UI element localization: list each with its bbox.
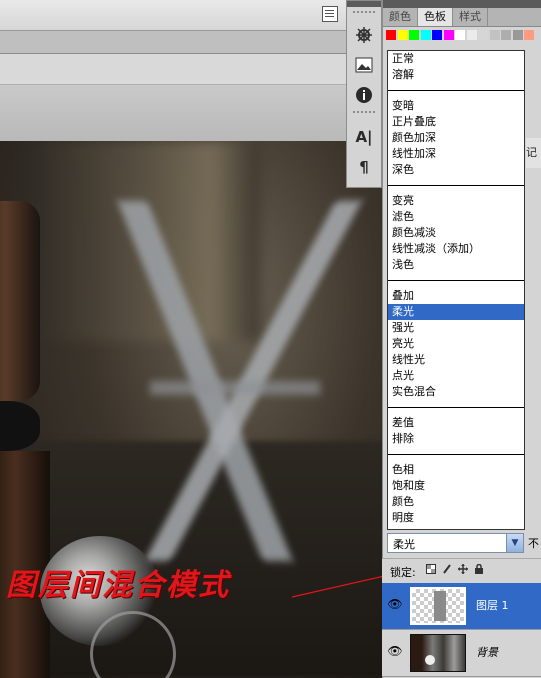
lock-all-icon[interactable]: [474, 563, 484, 574]
layer-row[interactable]: 👁 背景: [382, 630, 541, 677]
blend-option[interactable]: 颜色减淡: [388, 225, 524, 241]
image-tool-icon[interactable]: [352, 53, 376, 77]
layer-thumbnail: [410, 587, 466, 625]
blend-option[interactable]: 明度: [388, 510, 524, 526]
document-title-bar: [0, 0, 350, 31]
blend-option[interactable]: 饱和度: [388, 478, 524, 494]
layer-name: 背景: [476, 646, 498, 659]
blend-mode-row: 柔光 ▼ 不: [387, 533, 541, 553]
tool-separator: [353, 111, 375, 119]
swatch[interactable]: [524, 30, 534, 40]
panel-grip-dots: [353, 11, 375, 17]
blend-option[interactable]: 变亮: [388, 193, 524, 209]
swatch[interactable]: [443, 30, 454, 40]
panel-grip[interactable]: [347, 1, 381, 7]
tab-styles[interactable]: 样式: [453, 8, 488, 26]
swatch[interactable]: [386, 30, 396, 40]
blend-option[interactable]: 深色: [388, 162, 524, 178]
tab-color[interactable]: 颜色: [383, 8, 418, 26]
blend-option[interactable]: 正片叠底: [388, 114, 524, 130]
ruler-area: [0, 54, 350, 85]
photo-jar: [0, 201, 40, 401]
compass-tool-icon[interactable]: [352, 23, 376, 47]
info-tool-icon[interactable]: [352, 83, 376, 107]
blend-option[interactable]: 强光: [388, 320, 524, 336]
swatch[interactable]: [409, 30, 419, 40]
blend-option[interactable]: 正常: [388, 51, 524, 67]
photo-table-bar: [150, 381, 320, 395]
opacity-label: 不: [528, 537, 539, 550]
divider: [388, 454, 524, 455]
blend-option-selected[interactable]: 柔光: [388, 304, 524, 320]
layer-name: 图层 1: [476, 599, 509, 612]
lock-brush-icon[interactable]: [442, 564, 452, 574]
swatch[interactable]: [489, 30, 500, 40]
blend-option[interactable]: 线性减淡（添加）: [388, 241, 524, 257]
eye-icon[interactable]: 👁: [386, 597, 404, 613]
annotation-label: 图层间混合模式: [6, 568, 230, 603]
blend-option[interactable]: 线性加深: [388, 146, 524, 162]
divider: [388, 280, 524, 281]
blend-option[interactable]: 浅色: [388, 257, 524, 273]
page-icon[interactable]: [322, 6, 338, 22]
divider: [388, 90, 524, 91]
blend-mode-value: 柔光: [393, 538, 415, 551]
swatch[interactable]: [512, 30, 523, 40]
history-tab-peek[interactable]: 记: [526, 138, 541, 168]
blend-option[interactable]: 实色混合: [388, 384, 524, 400]
blend-mode-select[interactable]: 柔光 ▼: [387, 533, 524, 553]
lock-transparent-icon[interactable]: [426, 564, 436, 574]
blend-option[interactable]: 颜色: [388, 494, 524, 510]
swatch[interactable]: [432, 30, 442, 40]
lock-move-icon[interactable]: [458, 564, 468, 574]
swatch[interactable]: [466, 30, 477, 40]
panel-tabs: 颜色 色板 样式: [383, 8, 541, 27]
dropdown-arrow-icon[interactable]: ▼: [506, 534, 523, 552]
blend-option[interactable]: 色相: [388, 462, 524, 478]
canvas-gutter: [0, 85, 350, 141]
panel-header-grip[interactable]: [383, 0, 541, 8]
layer-row[interactable]: 👁 图层 1: [382, 583, 541, 630]
blend-option[interactable]: 线性光: [388, 352, 524, 368]
swatch[interactable]: [420, 30, 431, 40]
options-bar: [0, 31, 350, 54]
blend-option[interactable]: 差值: [388, 415, 524, 431]
swatch[interactable]: [501, 30, 511, 40]
swatch[interactable]: [397, 30, 408, 40]
tab-swatches[interactable]: 色板: [418, 8, 453, 26]
lock-label: 锁定:: [390, 566, 416, 579]
blend-option[interactable]: 叠加: [388, 288, 524, 304]
swatch[interactable]: [478, 30, 488, 40]
blend-option[interactable]: 颜色加深: [388, 130, 524, 146]
character-tool-icon[interactable]: A|: [352, 125, 376, 149]
blend-option[interactable]: 溶解: [388, 67, 524, 83]
blend-option[interactable]: 点光: [388, 368, 524, 384]
divider: [388, 185, 524, 186]
divider: [388, 407, 524, 408]
eye-icon[interactable]: 👁: [386, 644, 404, 660]
swatch[interactable]: [455, 30, 465, 40]
blend-option[interactable]: 变暗: [388, 98, 524, 114]
layer-thumbnail: [410, 634, 466, 672]
blend-option[interactable]: 滤色: [388, 209, 524, 225]
tool-strip: A| ¶: [346, 0, 382, 188]
blend-option[interactable]: 亮光: [388, 336, 524, 352]
paragraph-tool-icon[interactable]: ¶: [352, 155, 376, 179]
blend-mode-list[interactable]: 正常 溶解 变暗 正片叠底 颜色加深 线性加深 深色 变亮 滤色 颜色减淡 线性…: [387, 50, 525, 530]
blend-option[interactable]: 排除: [388, 431, 524, 447]
lock-row: 锁定:: [382, 558, 541, 584]
